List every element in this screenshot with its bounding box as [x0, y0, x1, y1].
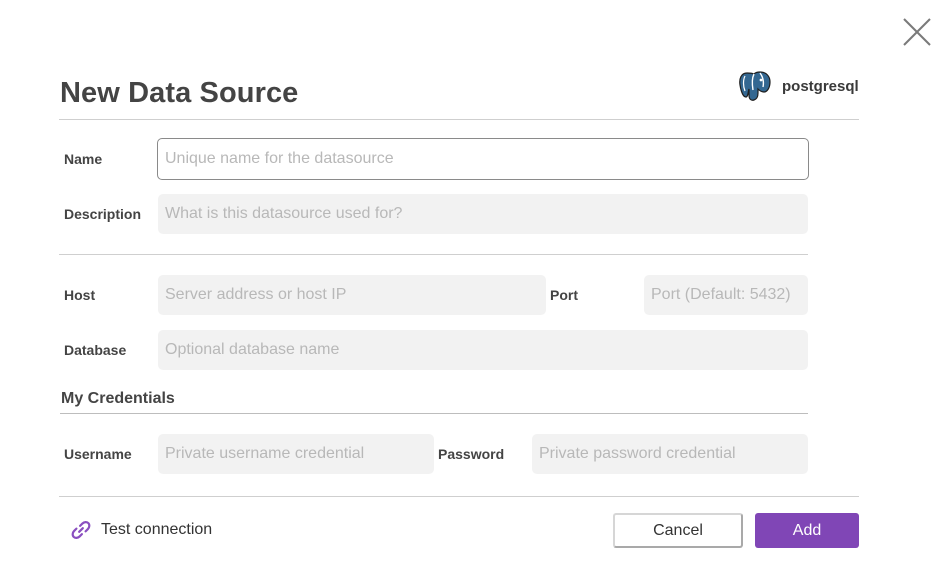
- database-input[interactable]: [158, 330, 808, 370]
- credentials-section-title: My Credentials: [61, 390, 175, 407]
- dialog-title: New Data Source: [60, 77, 299, 109]
- username-input[interactable]: [158, 434, 434, 474]
- header-divider: [59, 119, 859, 120]
- section-divider: [59, 254, 808, 255]
- close-button[interactable]: [901, 16, 933, 48]
- host-input[interactable]: [158, 275, 546, 315]
- cancel-button[interactable]: Cancel: [613, 513, 743, 548]
- postgresql-logo-icon: [738, 70, 772, 103]
- close-icon: [903, 18, 931, 46]
- test-connection-link[interactable]: Test connection: [70, 518, 212, 542]
- password-label: Password: [438, 446, 505, 462]
- port-label: Port: [550, 287, 578, 303]
- test-connection-label: Test connection: [101, 521, 213, 538]
- name-input[interactable]: [157, 138, 809, 180]
- host-label: Host: [64, 287, 96, 303]
- credentials-divider: [60, 413, 808, 414]
- add-button[interactable]: Add: [755, 513, 859, 548]
- password-input[interactable]: [532, 434, 808, 474]
- footer-divider: [59, 496, 859, 497]
- description-input[interactable]: [158, 194, 808, 234]
- port-input[interactable]: [644, 275, 808, 315]
- description-label: Description: [64, 206, 142, 222]
- link-icon: [71, 521, 91, 539]
- username-label: Username: [64, 446, 132, 462]
- name-label: Name: [64, 151, 103, 167]
- add-button-label: Add: [792, 521, 822, 539]
- database-label: Database: [64, 342, 127, 358]
- datasource-type-label: postgresql: [782, 78, 859, 95]
- cancel-button-label: Cancel: [653, 521, 703, 539]
